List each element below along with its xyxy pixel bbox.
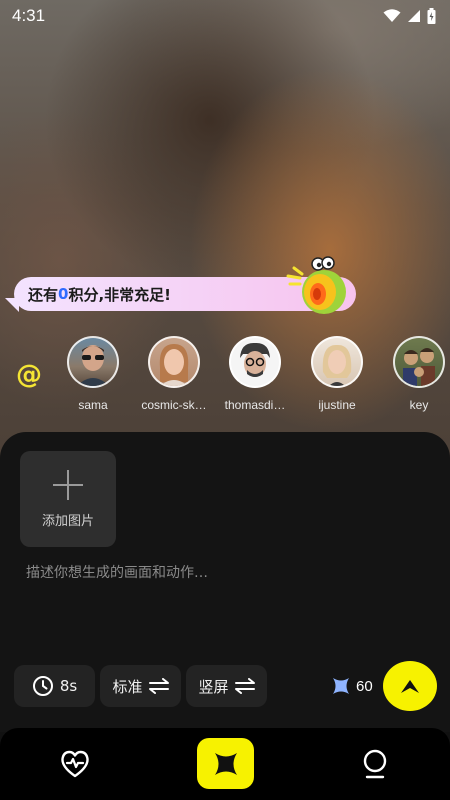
duration-label: 8s bbox=[59, 677, 78, 695]
avatar-item-sama[interactable]: sama bbox=[48, 336, 138, 412]
avatar bbox=[148, 336, 200, 388]
bubble-prefix: 还有 bbox=[28, 285, 59, 304]
avatar-image bbox=[77, 345, 109, 386]
sparkle-icon bbox=[333, 678, 349, 694]
heart-pulse-icon bbox=[61, 750, 89, 778]
avatar bbox=[393, 336, 445, 388]
battery-icon bbox=[427, 8, 436, 24]
nav-item-create[interactable] bbox=[197, 738, 254, 789]
avatar-item-ijustine[interactable]: ijustine bbox=[292, 336, 382, 412]
prompt-input[interactable] bbox=[26, 560, 426, 586]
avatar-name: cosmic-sk… bbox=[141, 398, 207, 412]
orientation-label: 竖屏 bbox=[198, 677, 229, 696]
plus-icon bbox=[53, 469, 83, 500]
avatar-image bbox=[159, 344, 189, 386]
wifi-icon bbox=[383, 9, 401, 22]
avatar-item-key[interactable]: key bbox=[374, 336, 450, 412]
mention-button[interactable]: @ bbox=[14, 360, 44, 394]
quality-label: 标准 bbox=[112, 677, 143, 696]
avatar-name: ijustine bbox=[318, 398, 356, 412]
credits-value: 60 bbox=[356, 677, 373, 695]
points-count: 0 bbox=[58, 285, 69, 303]
swap-icon bbox=[148, 678, 169, 694]
duration-button[interactable]: 8s bbox=[14, 665, 95, 707]
add-image-button[interactable]: 添加图片 bbox=[20, 451, 116, 547]
avatar bbox=[229, 336, 281, 388]
clock-icon bbox=[32, 676, 53, 696]
quality-button[interactable]: 标准 bbox=[100, 665, 181, 707]
mascot-icon bbox=[286, 256, 346, 314]
status-icons bbox=[383, 8, 436, 24]
avatar bbox=[67, 336, 119, 388]
signal-icon bbox=[408, 10, 420, 22]
bubble-suffix: 积分,非常充足! bbox=[68, 285, 171, 304]
sparkle-icon bbox=[214, 752, 237, 775]
generate-button[interactable] bbox=[383, 661, 437, 711]
nav-item-profile[interactable] bbox=[359, 748, 391, 780]
swap-icon bbox=[234, 678, 255, 694]
nav-item-activity[interactable] bbox=[59, 748, 91, 780]
add-image-label: 添加图片 bbox=[41, 513, 94, 529]
orientation-button[interactable]: 竖屏 bbox=[186, 665, 267, 707]
status-bar: 4:31 bbox=[0, 0, 450, 32]
avatar-image bbox=[240, 342, 270, 377]
avatar-item-cosmic[interactable]: cosmic-sk… bbox=[129, 336, 219, 412]
avatar-item-thomasdi[interactable]: thomasdi… bbox=[210, 336, 300, 412]
chevron-up-icon bbox=[401, 680, 419, 693]
lamp-icon bbox=[363, 749, 387, 779]
status-time: 4:31 bbox=[12, 6, 46, 25]
avatar-name: key bbox=[409, 398, 429, 412]
avatar-image bbox=[403, 348, 435, 386]
avatar-name: thomasdi… bbox=[224, 398, 286, 412]
avatar bbox=[311, 336, 363, 388]
avatar-image bbox=[322, 344, 352, 386]
credits-display: 60 bbox=[332, 675, 373, 697]
avatar-name: sama bbox=[78, 398, 108, 412]
